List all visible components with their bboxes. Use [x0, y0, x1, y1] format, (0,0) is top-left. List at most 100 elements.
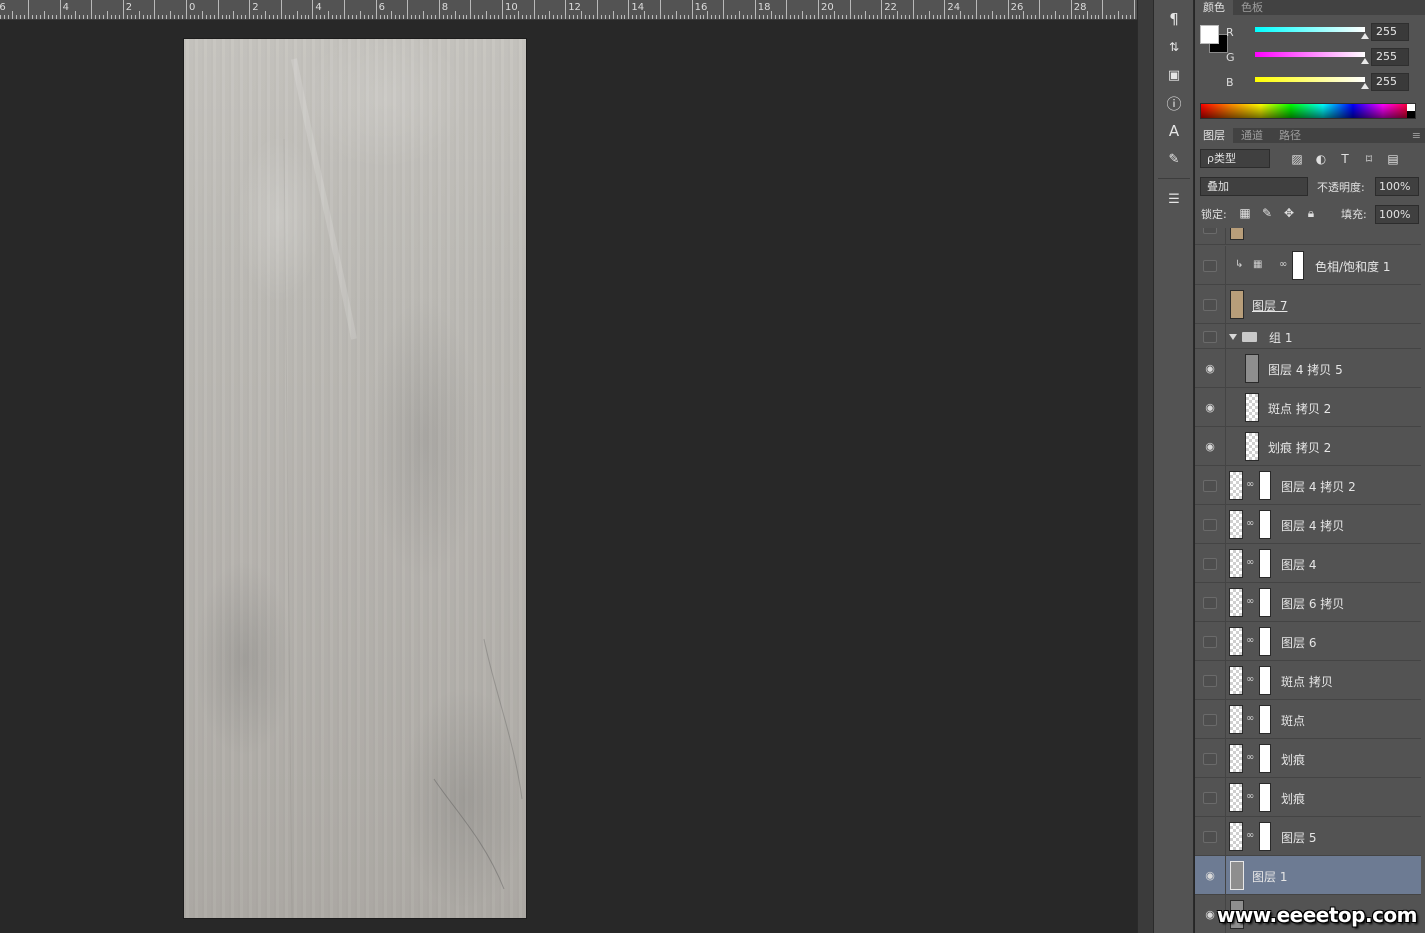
- layer-mask-thumbnail[interactable]: [1259, 549, 1271, 578]
- layer-thumbnail[interactable]: [1245, 432, 1259, 461]
- expand-chevron-icon[interactable]: [1229, 334, 1237, 340]
- link-icon[interactable]: ∞: [1246, 518, 1254, 529]
- visibility-toggle[interactable]: [1203, 298, 1217, 311]
- eye-icon[interactable]: ◉: [1203, 362, 1217, 375]
- link-icon[interactable]: ∞: [1246, 713, 1254, 724]
- channel-r-value[interactable]: 255: [1371, 23, 1409, 41]
- visibility-toggle[interactable]: [1203, 830, 1217, 843]
- canvas-area[interactable]: [0, 20, 1137, 933]
- link-icon[interactable]: ∞: [1246, 752, 1254, 763]
- channel-r-slider[interactable]: [1255, 27, 1365, 32]
- shape-filter-icon[interactable]: ⌑: [1361, 151, 1377, 167]
- visibility-toggle[interactable]: [1203, 518, 1217, 531]
- layer-thumbnail[interactable]: [1229, 588, 1243, 617]
- channel-b-slider[interactable]: [1255, 77, 1365, 82]
- channel-g-slider[interactable]: [1255, 52, 1365, 57]
- layer-group-row[interactable]: 组 1: [1195, 324, 1421, 349]
- visibility-toggle[interactable]: [1203, 791, 1217, 804]
- layer-mask-thumbnail[interactable]: [1259, 666, 1271, 695]
- visibility-toggle[interactable]: [1203, 713, 1217, 726]
- eye-icon[interactable]: ◉: [1203, 401, 1217, 414]
- layers-list[interactable]: ↳ ▦ ∞ 色相/饱和度 1 图层 7 组 1 ◉ 图层 4 拷贝 5 ◉ 斑点 拷贝 2 ◉ 划痕 …: [1195, 228, 1425, 933]
- layer-thumbnail[interactable]: [1245, 393, 1259, 422]
- layer-thumbnail[interactable]: [1229, 744, 1243, 773]
- layer-row[interactable]: ∞ 划痕: [1195, 739, 1421, 778]
- history-icon[interactable]: ⇅: [1162, 36, 1186, 58]
- panel-menu-icon[interactable]: ≡: [1408, 128, 1425, 143]
- smart-object-filter-icon[interactable]: ▤: [1385, 151, 1401, 167]
- layer-thumbnail[interactable]: [1229, 549, 1243, 578]
- layer-mask-thumbnail[interactable]: [1259, 705, 1271, 734]
- visibility-toggle[interactable]: [1203, 228, 1217, 234]
- visibility-toggle[interactable]: [1203, 674, 1217, 687]
- color-spectrum[interactable]: [1200, 103, 1416, 119]
- layer-thumbnail[interactable]: [1230, 861, 1244, 890]
- tab-swatches[interactable]: 色板: [1233, 0, 1271, 15]
- link-icon[interactable]: ∞: [1246, 674, 1254, 685]
- link-icon[interactable]: ∞: [1246, 557, 1254, 568]
- layer-row[interactable]: ∞ 斑点: [1195, 700, 1421, 739]
- foreground-color-swatch[interactable]: [1200, 25, 1219, 44]
- layer-row[interactable]: ↳ ▦ ∞ 色相/饱和度 1: [1195, 246, 1421, 285]
- fill-input[interactable]: 100%: [1375, 205, 1419, 224]
- layer-thumbnail[interactable]: [1229, 666, 1243, 695]
- layer-row[interactable]: [1195, 228, 1421, 245]
- type-filter-icon[interactable]: T: [1337, 151, 1353, 167]
- link-icon[interactable]: ∞: [1246, 635, 1254, 646]
- channel-g-knob[interactable]: [1361, 58, 1369, 64]
- layer-mask-thumbnail[interactable]: [1259, 510, 1271, 539]
- channel-b-knob[interactable]: [1361, 83, 1369, 89]
- layer-thumbnail[interactable]: [1229, 510, 1243, 539]
- layer-row[interactable]: ∞ 图层 4 拷贝: [1195, 505, 1421, 544]
- info-icon[interactable]: ⓘ: [1162, 92, 1186, 114]
- layer-mask-thumbnail[interactable]: [1259, 783, 1271, 812]
- paragraph-icon[interactable]: ¶: [1162, 8, 1186, 30]
- eye-icon[interactable]: ◉: [1203, 440, 1217, 453]
- layer-row[interactable]: ∞ 斑点 拷贝: [1195, 661, 1421, 700]
- lock-all-icon[interactable]: 🔒︎: [1303, 205, 1319, 221]
- layer-mask-thumbnail[interactable]: [1259, 744, 1271, 773]
- layer-mask-thumbnail[interactable]: [1259, 588, 1271, 617]
- channel-r-knob[interactable]: [1361, 33, 1369, 39]
- blend-mode-select[interactable]: 叠加: [1200, 177, 1308, 196]
- layer-row[interactable]: ◉ 划痕 拷贝 2: [1195, 427, 1421, 466]
- visibility-toggle[interactable]: [1203, 752, 1217, 765]
- visibility-toggle[interactable]: [1203, 596, 1217, 609]
- layer-mask-thumbnail[interactable]: [1259, 471, 1271, 500]
- layer-mask-thumbnail[interactable]: [1259, 822, 1271, 851]
- lock-transparent-icon[interactable]: ▦: [1237, 205, 1253, 221]
- properties-icon[interactable]: ▣: [1162, 64, 1186, 86]
- tab-channels[interactable]: 通道: [1233, 128, 1271, 143]
- link-icon[interactable]: ∞: [1246, 830, 1254, 841]
- layer-thumbnail[interactable]: [1229, 471, 1243, 500]
- layer-thumbnail[interactable]: [1229, 705, 1243, 734]
- tab-paths[interactable]: 路径: [1271, 128, 1309, 143]
- channel-b-value[interactable]: 255: [1371, 73, 1409, 91]
- character-icon[interactable]: A: [1162, 120, 1186, 142]
- adjustment-filter-icon[interactable]: ◐: [1313, 151, 1329, 167]
- layer-thumbnail[interactable]: [1229, 783, 1243, 812]
- visibility-toggle[interactable]: [1203, 259, 1217, 272]
- eye-icon[interactable]: ◉: [1203, 869, 1217, 882]
- link-icon[interactable]: ∞: [1246, 791, 1254, 802]
- layer-row[interactable]: 图层 7: [1195, 285, 1421, 324]
- panel-divider[interactable]: [1137, 0, 1154, 933]
- layer-row[interactable]: ∞ 划痕: [1195, 778, 1421, 817]
- document-canvas[interactable]: [184, 39, 526, 918]
- link-icon[interactable]: ∞: [1246, 596, 1254, 607]
- adjustments-icon[interactable]: ☰: [1162, 188, 1186, 210]
- visibility-toggle[interactable]: [1203, 479, 1217, 492]
- layer-row[interactable]: ∞ 图层 4: [1195, 544, 1421, 583]
- layer-row[interactable]: ◉ 图层 4 拷贝 5: [1195, 349, 1421, 388]
- layer-mask-thumbnail[interactable]: [1259, 627, 1271, 656]
- layer-row[interactable]: ◉ 斑点 拷贝 2: [1195, 388, 1421, 427]
- layer-mask-thumbnail[interactable]: [1292, 251, 1304, 280]
- layer-thumbnail[interactable]: [1245, 354, 1259, 383]
- layer-thumbnail[interactable]: [1229, 627, 1243, 656]
- visibility-toggle[interactable]: [1203, 635, 1217, 648]
- pixel-filter-icon[interactable]: ▨: [1289, 151, 1305, 167]
- layer-row[interactable]: ∞ 图层 5: [1195, 817, 1421, 856]
- layer-thumbnail[interactable]: [1229, 822, 1243, 851]
- tab-layers[interactable]: 图层: [1195, 128, 1233, 143]
- layer-row[interactable]: ∞ 图层 6: [1195, 622, 1421, 661]
